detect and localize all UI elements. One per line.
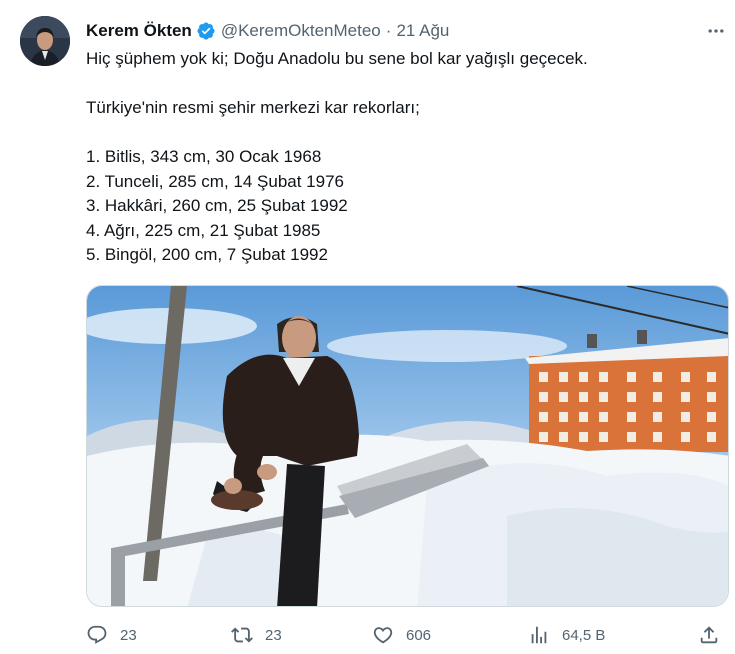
tweet-date[interactable]: 21 Ağu — [396, 21, 449, 41]
display-name[interactable]: Kerem Ökten — [86, 21, 192, 41]
tweet-text: Hiç şüphem yok ki; Doğu Anadolu bu sene … — [86, 47, 716, 268]
tweet-card[interactable]: Kerem Ökten @KeremOktenMeteo · 21 Ağu Hi… — [0, 0, 735, 654]
record-item: 5. Bingöl, 200 cm, 7 Şubat 1992 — [86, 245, 328, 264]
retweet-icon — [231, 627, 253, 643]
tweet-photo[interactable] — [86, 285, 729, 607]
retweet-count: 23 — [265, 626, 282, 644]
record-item: 4. Ağrı, 225 cm, 21 Şubat 1985 — [86, 220, 321, 240]
record-item: 1. Bitlis, 343 cm, 30 Ocak 1968 — [86, 147, 322, 166]
like-button[interactable]: 606 — [372, 620, 431, 650]
verified-badge-icon — [196, 21, 216, 41]
more-icon — [708, 29, 724, 33]
record-item: 3. Hakkâri, 260 cm, 25 Şubat 1992 — [86, 196, 348, 215]
heart-icon — [373, 627, 393, 644]
author-handle[interactable]: @KeremOktenMeteo — [221, 21, 381, 41]
views-count: 64,5 B — [562, 626, 606, 644]
tweet-line: Hiç şüphem yok ki; Doğu Anadolu bu sene … — [86, 49, 588, 68]
separator-dot: · — [385, 21, 392, 40]
share-button[interactable] — [698, 620, 720, 650]
action-bar: 23 23 606 64,5 B — [86, 620, 726, 650]
share-icon — [700, 626, 718, 644]
tweet-line: Türkiye'nin resmi şehir merkezi kar reko… — [86, 98, 420, 117]
reply-icon — [87, 625, 107, 644]
reply-count: 23 — [120, 626, 137, 644]
retweet-button[interactable]: 23 — [231, 620, 282, 650]
reply-button[interactable]: 23 — [86, 620, 137, 650]
views-icon — [531, 626, 547, 644]
avatar[interactable] — [20, 16, 70, 66]
tweet-header: Kerem Ökten @KeremOktenMeteo · 21 Ağu — [86, 19, 449, 43]
record-item: 2. Tunceli, 285 cm, 14 Şubat 1976 — [86, 171, 345, 191]
like-count: 606 — [406, 626, 432, 644]
more-options-button[interactable] — [704, 19, 728, 43]
views-button[interactable]: 64,5 B — [528, 620, 605, 650]
